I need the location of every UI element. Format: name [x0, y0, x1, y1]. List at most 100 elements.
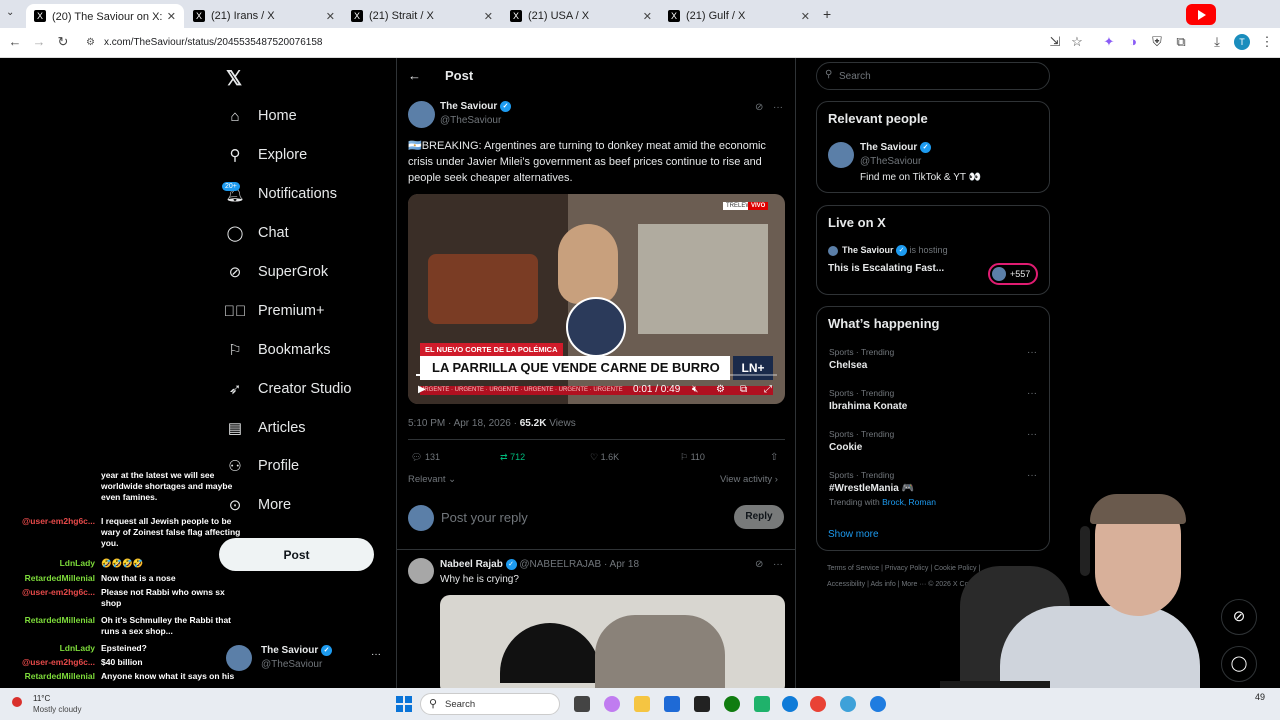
trend-item[interactable]: Sports · Trending Chelsea ··· [829, 347, 1037, 371]
chrome-icon[interactable] [840, 696, 856, 712]
nav-notifications[interactable]: 🔔︎ Notifications [225, 179, 337, 209]
more-menu-icon[interactable]: ··· [1027, 347, 1037, 358]
extension-icon[interactable]: ◑ [1124, 34, 1142, 49]
repost-action[interactable]: ⇄ 712 [500, 452, 525, 463]
view-activity-link[interactable]: View activity › [720, 474, 778, 485]
settings-icon[interactable]: ⚙ [716, 384, 725, 395]
show-more-link[interactable]: Show more [828, 529, 879, 540]
chrome-icon[interactable] [810, 696, 826, 712]
person-name[interactable]: The Saviour [860, 142, 917, 153]
video-progress-track[interactable] [416, 374, 777, 376]
grok-float-button[interactable]: ⊘ [1221, 599, 1257, 635]
more-menu-icon[interactable]: ··· [773, 559, 783, 570]
download-icon[interactable]: ⤓ [1208, 34, 1226, 50]
puzzle-icon[interactable]: ⧉ [1172, 34, 1190, 50]
search-input[interactable]: Search [839, 71, 871, 82]
share-icon[interactable]: ⇧ [770, 452, 778, 463]
more-menu-icon[interactable]: ··· [1027, 470, 1037, 481]
reply-image[interactable] [440, 595, 785, 688]
close-icon[interactable]: ✕ [484, 10, 493, 23]
file-explorer-icon[interactable] [634, 696, 650, 712]
nav-premium[interactable]: ✓⃝ Premium+ [224, 296, 325, 326]
forward-icon[interactable]: → [30, 34, 48, 49]
browser-tab-4[interactable]: X (21) USA / X ✕ [502, 4, 660, 28]
install-icon[interactable]: ⇲ [1046, 34, 1064, 50]
trend-item[interactable]: Sports · Trending Ibrahima Konate ··· [829, 388, 1037, 412]
search-box[interactable]: ⚲ Search [816, 62, 1050, 90]
avatar[interactable] [408, 101, 435, 128]
nav-supergrok[interactable]: ⊘ SuperGrok [226, 257, 328, 287]
app-icon[interactable] [754, 696, 770, 712]
address-bar[interactable]: ⚙ x.com/TheSaviour/status/20455354875200… [80, 31, 1040, 55]
play-icon[interactable]: ▶ [418, 384, 426, 395]
avatar[interactable] [408, 558, 434, 584]
copilot-icon[interactable] [604, 696, 620, 712]
person-handle[interactable]: @TheSaviour [860, 156, 921, 167]
sort-dropdown[interactable]: Relevant ⌄ [408, 474, 456, 485]
more-menu-icon[interactable]: ··· [773, 102, 783, 113]
browser-tab-5[interactable]: X (21) Gulf / X ✕ [660, 4, 818, 28]
profile-avatar[interactable]: T [1234, 34, 1250, 50]
like-action[interactable]: ♡ 1.6K [590, 452, 619, 463]
back-icon[interactable]: ← [6, 34, 24, 49]
reply-author-handle[interactable]: @NABEELRAJAB · Apr 18 [519, 559, 639, 570]
reply-action[interactable]: 💬︎ 131 [411, 452, 440, 463]
edge-icon[interactable] [782, 696, 798, 712]
tweet-timestamp[interactable]: 5:10 PM · Apr 18, 2026 · [408, 418, 520, 429]
reply-button[interactable]: Reply [734, 505, 784, 529]
chat-float-button[interactable]: ◯ [1221, 646, 1257, 682]
author-handle[interactable]: @TheSaviour [440, 115, 501, 126]
browser-tab-3[interactable]: X (21) Strait / X ✕ [343, 4, 501, 28]
close-icon[interactable]: ✕ [643, 10, 652, 23]
extension-icon[interactable]: ✦ [1100, 34, 1118, 50]
new-tab-button[interactable]: + [823, 6, 831, 22]
back-arrow-icon[interactable]: ← [408, 68, 421, 83]
nav-explore[interactable]: ⚲ Explore [226, 140, 308, 170]
nav-articles[interactable]: ▤ Articles [226, 413, 306, 443]
nav-home[interactable]: ⌂ Home [226, 101, 296, 131]
xbox-icon[interactable] [724, 696, 740, 712]
store-icon[interactable] [664, 696, 680, 712]
reply-input[interactable]: Post your reply [441, 510, 528, 525]
fullscreen-icon[interactable]: ⤢ [764, 384, 772, 395]
app-icon[interactable] [694, 696, 710, 712]
close-icon[interactable]: ✕ [326, 10, 335, 23]
site-info-icon[interactable]: ⚙ [86, 31, 95, 55]
nav-bookmarks[interactable]: ⚐ Bookmarks [226, 335, 330, 365]
x-logo-icon[interactable]: 𝕏 [226, 66, 242, 91]
trend-item[interactable]: Sports · Trending Cookie ··· [829, 429, 1037, 453]
pip-icon[interactable]: ⧉ [740, 384, 747, 395]
windows-start-icon[interactable] [396, 696, 412, 712]
tweet-video[interactable]: TRELEW VIVO EL NUEVO CORTE DE LA POLÉMIC… [408, 194, 785, 404]
taskbar-search[interactable]: ⚲ Search [420, 693, 560, 715]
task-view-icon[interactable] [574, 696, 590, 712]
host-name[interactable]: The Saviour [842, 245, 894, 255]
listeners-pill[interactable]: +557 [988, 263, 1038, 285]
telegram-icon[interactable] [870, 696, 886, 712]
more-menu-icon[interactable]: ··· [1027, 429, 1037, 440]
shield-icon[interactable]: ⛨ [1148, 34, 1166, 50]
trending-with-names[interactable]: Brock, Roman [882, 497, 936, 507]
browser-tab-1[interactable]: X (20) The Saviour on X: " 🇦🇷BR ✕ [26, 4, 184, 28]
tab-search-icon[interactable]: ⌄ [6, 7, 14, 18]
account-switcher[interactable]: The Saviour ✓ @TheSaviour ··· [226, 643, 386, 673]
more-menu-icon[interactable]: ··· [1027, 388, 1037, 399]
reply-author-name[interactable]: Nabeel Rajab [440, 559, 503, 570]
reload-icon[interactable]: ↻ [54, 34, 72, 50]
grok-icon[interactable]: ⊘ [755, 559, 763, 570]
trend-item[interactable]: Sports · Trending #WrestleMania 🎮 Trendi… [829, 470, 1037, 507]
menu-icon[interactable]: ⋮ [1258, 34, 1276, 50]
mute-icon[interactable]: 🔇︎ [692, 384, 698, 395]
star-icon[interactable]: ☆ [1068, 34, 1086, 50]
nav-chat[interactable]: ◯ Chat [226, 218, 289, 248]
close-icon[interactable]: ✕ [167, 10, 176, 23]
author-name[interactable]: The Saviour [440, 101, 497, 112]
space-title[interactable]: This is Escalating Fast... [828, 263, 944, 274]
close-icon[interactable]: ✕ [801, 10, 810, 23]
bookmark-action[interactable]: ⚐ 110 [680, 452, 705, 463]
avatar[interactable] [828, 142, 854, 168]
nav-creator-studio[interactable]: ➶ Creator Studio [226, 374, 352, 404]
grok-icon[interactable]: ⊘ [755, 102, 763, 113]
more-menu-icon[interactable]: ··· [371, 649, 381, 660]
browser-tab-2[interactable]: X (21) Irans / X ✕ [185, 4, 343, 28]
